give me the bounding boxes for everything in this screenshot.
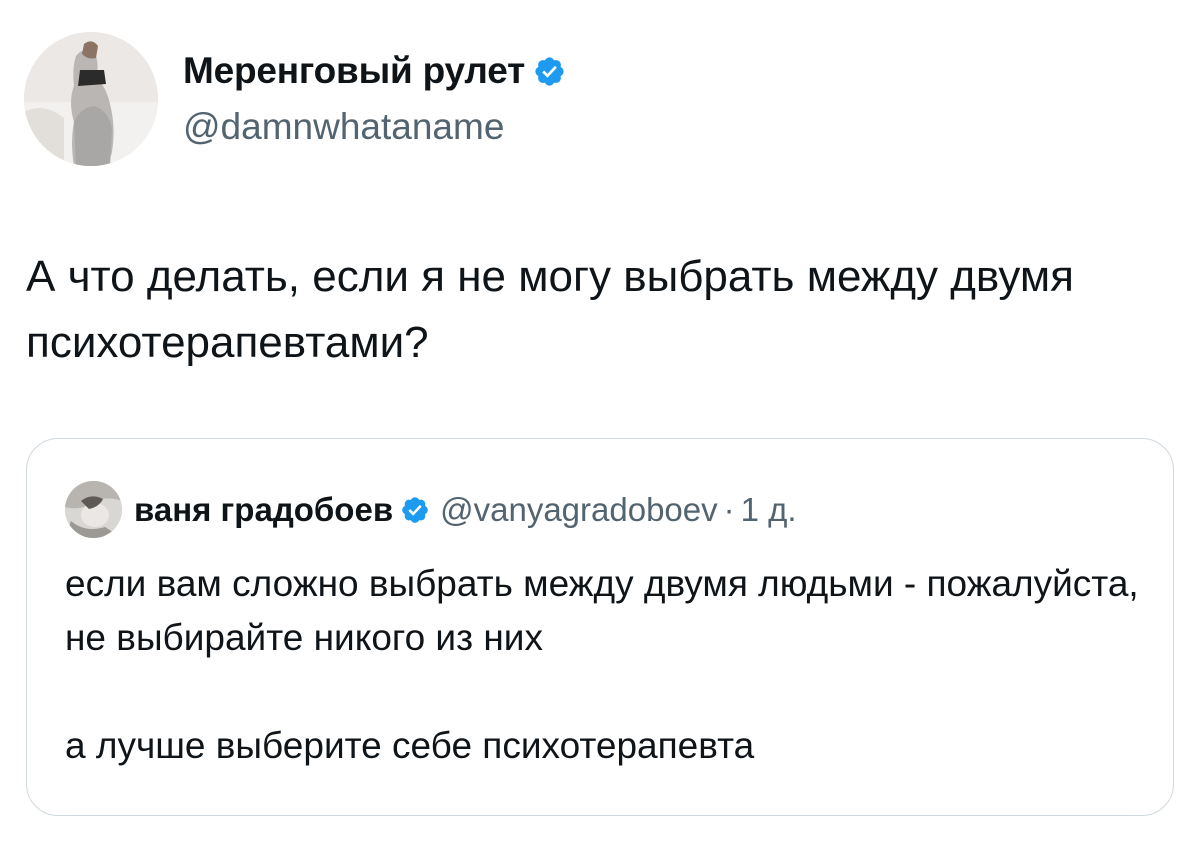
quote-text: если вам сложно выбрать между двумя людь…	[65, 557, 1145, 773]
author-name-row[interactable]: Меренговый рулет	[183, 50, 566, 92]
quote-header: ваня градобоев @vanyagradoboev · 1 д.	[65, 481, 797, 538]
author-avatar[interactable]	[24, 32, 158, 166]
quote-timestamp[interactable]: 1 д.	[741, 491, 797, 529]
quoted-tweet-card[interactable]: ваня градобоев @vanyagradoboev · 1 д. ес…	[26, 438, 1174, 816]
separator-dot: ·	[723, 490, 735, 528]
quote-text-line1: если вам сложно выбрать между двумя людь…	[65, 563, 1139, 658]
user-photo-avatar	[65, 481, 122, 538]
tweet-text: А что делать, если я не могу выбрать меж…	[26, 252, 1074, 367]
quote-text-line2: а лучше выберите себе психотерапевта	[65, 725, 755, 766]
user-photo-avatar	[24, 32, 158, 166]
verified-badge-icon	[402, 496, 428, 523]
quote-author-avatar[interactable]	[65, 481, 122, 538]
quote-author-name[interactable]: ваня градобоев	[134, 491, 393, 529]
quote-author-handle[interactable]: @vanyagradoboev	[440, 491, 718, 529]
verified-badge-icon	[535, 56, 564, 86]
author-name[interactable]: Меренговый рулет	[183, 50, 525, 92]
author-handle[interactable]: @damnwhataname	[183, 106, 504, 148]
